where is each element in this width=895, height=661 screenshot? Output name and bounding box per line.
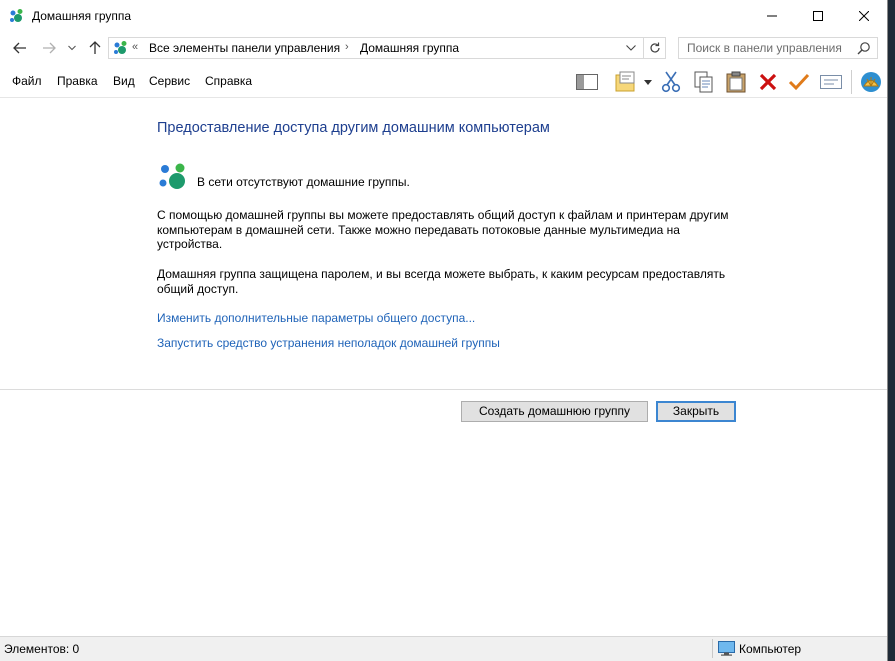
create-homegroup-button[interactable]: Создать домашнюю группу	[461, 401, 648, 422]
properties-dropdown[interactable]	[641, 70, 655, 94]
check-icon	[788, 73, 810, 91]
properties-button[interactable]	[611, 70, 639, 94]
homegroup-icon	[114, 41, 127, 54]
refresh-button[interactable]	[643, 38, 665, 58]
minimize-button[interactable]	[749, 0, 795, 32]
delete-icon	[759, 73, 777, 91]
maximize-button[interactable]	[795, 0, 841, 32]
menu-tools[interactable]: Сервис	[149, 74, 190, 88]
rename-button[interactable]	[819, 70, 843, 94]
chevron-down-icon	[68, 45, 76, 51]
homegroup-status: В сети отсутствуют домашние группы.	[197, 175, 410, 189]
computer-icon	[718, 641, 735, 656]
window-title: Домашняя группа	[32, 9, 132, 23]
paste-icon	[726, 71, 746, 93]
password-paragraph: Домашняя группа защищена паролем, и вы в…	[157, 267, 726, 296]
troubleshooter-link[interactable]: Запустить средство устранения неполадок …	[157, 336, 500, 350]
breadcrumb-separator[interactable]: ›	[345, 41, 349, 53]
page-title: Предоставление доступа другим домашним к…	[157, 120, 550, 136]
address-dropdown-button[interactable]	[623, 40, 639, 56]
close-button[interactable]: Закрыть	[656, 401, 736, 422]
homegroup-window: Домашняя группа « Все элементы панели уп…	[0, 0, 888, 661]
rename-icon	[820, 75, 842, 89]
arrow-right-icon	[43, 42, 56, 54]
menu-help[interactable]: Справка	[205, 74, 252, 88]
search-input[interactable]: Поиск в панели управления	[678, 37, 878, 59]
homegroup-icon	[10, 9, 23, 22]
status-bar: Элементов: 0 Компьютер	[0, 636, 887, 661]
search-icon	[857, 42, 870, 55]
up-button[interactable]	[86, 38, 104, 58]
address-bar[interactable]: « Все элементы панели управления › Домаш…	[108, 37, 666, 59]
forward-button[interactable]	[40, 38, 58, 58]
chevron-down-icon	[626, 45, 636, 51]
breadcrumb-homegroup[interactable]: Домашняя группа	[360, 41, 459, 55]
item-count: Элементов: 0	[4, 642, 80, 656]
title-bar[interactable]: Домашняя группа	[0, 0, 887, 32]
maximize-icon	[813, 11, 823, 21]
menu-bar: Файл Правка Вид Сервис Справка	[0, 66, 887, 98]
toolbar-separator	[851, 70, 852, 94]
back-button[interactable]	[11, 38, 29, 58]
homegroup-icon	[159, 163, 185, 189]
close-window-button[interactable]	[841, 0, 887, 32]
close-icon	[859, 11, 869, 21]
properties-icon	[615, 71, 635, 92]
shell-button[interactable]	[859, 70, 883, 94]
arrow-left-icon	[13, 42, 26, 54]
divider	[0, 389, 887, 390]
description-paragraph: С помощью домашней группы вы можете пред…	[157, 208, 729, 251]
main-content: Предоставление доступа другим домашним к…	[0, 97, 887, 389]
statusbar-divider	[712, 639, 713, 658]
recent-locations-button[interactable]	[65, 38, 79, 58]
refresh-icon	[649, 42, 660, 53]
paste-button[interactable]	[724, 70, 748, 94]
location-label: Компьютер	[739, 642, 802, 656]
minimize-icon	[767, 15, 777, 17]
cut-button[interactable]	[659, 70, 683, 94]
copy-icon	[694, 71, 713, 93]
layout-pane-icon	[576, 74, 598, 90]
menu-file[interactable]: Файл	[12, 74, 42, 88]
search-placeholder: Поиск в панели управления	[687, 41, 842, 55]
advanced-sharing-link[interactable]: Изменить дополнительные параметры общего…	[157, 311, 475, 325]
menu-edit[interactable]: Правка	[57, 74, 98, 88]
breadcrumb-control-panel[interactable]: Все элементы панели управления	[149, 41, 340, 55]
copy-button[interactable]	[692, 70, 716, 94]
layout-pane-button[interactable]	[575, 70, 599, 94]
overflow-chevron[interactable]: «	[132, 41, 138, 53]
chevron-down-icon	[644, 79, 652, 85]
cut-icon	[661, 71, 681, 93]
shell-icon	[861, 72, 881, 92]
delete-button[interactable]	[756, 70, 780, 94]
menu-view[interactable]: Вид	[113, 74, 135, 88]
arrow-up-icon	[89, 41, 101, 54]
navigation-bar: « Все элементы панели управления › Домаш…	[0, 33, 887, 63]
apply-button[interactable]	[787, 70, 811, 94]
